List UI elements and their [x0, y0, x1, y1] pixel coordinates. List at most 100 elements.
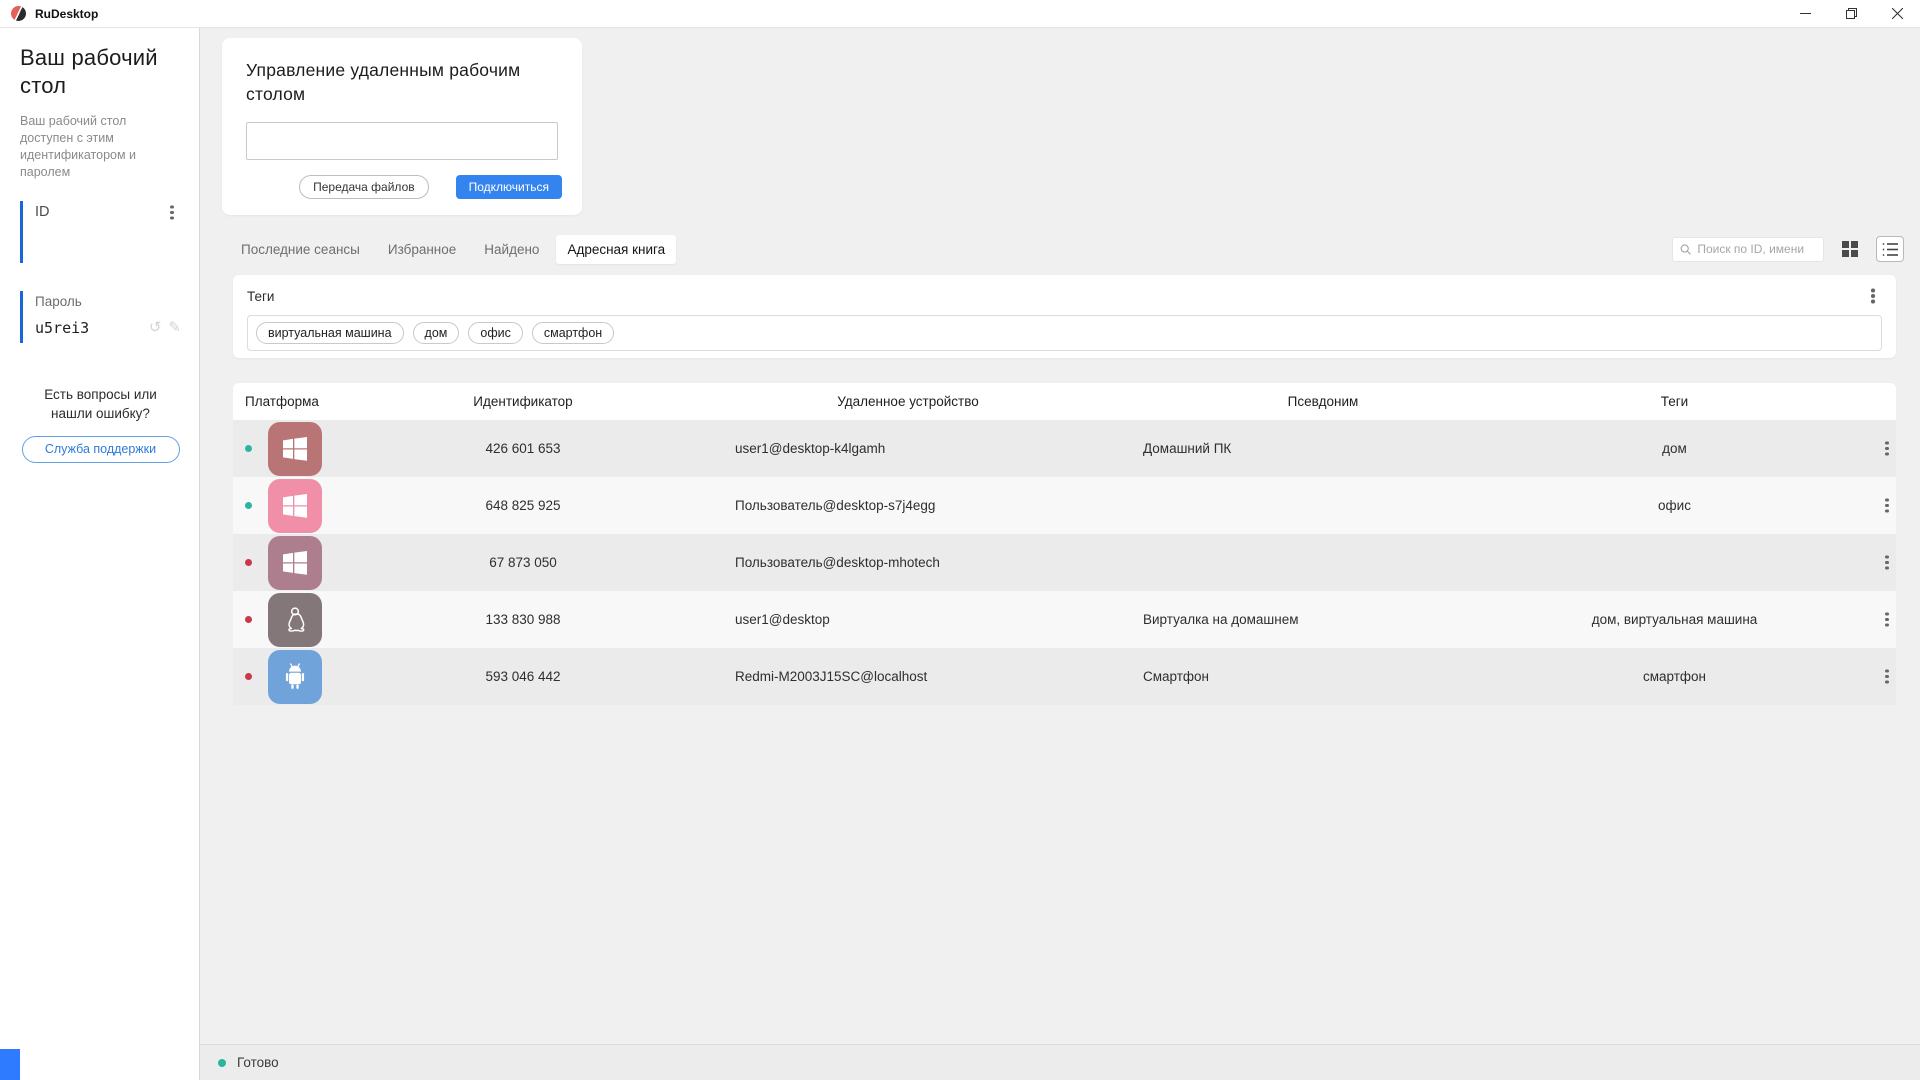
- refresh-password-icon[interactable]: ↺: [149, 320, 162, 335]
- device-name: Пользователь@desktop-mhotech: [683, 555, 1133, 570]
- windows-logo-icon: [279, 490, 311, 522]
- device-id: 648 825 925: [363, 498, 683, 513]
- row-menu-button[interactable]: [1878, 611, 1896, 629]
- tag-chip[interactable]: смартфон: [532, 322, 614, 344]
- remote-id-input[interactable]: [246, 122, 558, 160]
- platform-icon[interactable]: [268, 479, 322, 533]
- device-tags: смартфон: [1513, 669, 1836, 684]
- status-dot: [245, 616, 252, 623]
- tags-label: Теги: [247, 289, 274, 304]
- tab[interactable]: Избранное: [377, 235, 467, 264]
- device-id: 426 601 653: [363, 441, 683, 456]
- tag-chip-label: дом: [425, 326, 448, 340]
- device-name: Redmi-M2003J15SC@localhost: [683, 669, 1133, 684]
- row-menu-button[interactable]: [1878, 554, 1896, 572]
- device-row[interactable]: 133 830 988 user1@desktop Виртуалка на д…: [233, 591, 1896, 648]
- status-text: Готово: [237, 1055, 279, 1070]
- windows-logo-icon: [279, 547, 311, 579]
- tab[interactable]: Последние сеансы: [230, 235, 371, 264]
- tab-bar: Последние сеансы Избранное Найдено Адресная…: [230, 235, 676, 264]
- main-area: Управление удаленным рабочим столом Пере…: [200, 28, 1920, 1080]
- table-header: Платформа Идентификатор Удаленное устрой…: [233, 383, 1896, 420]
- header-device: Удаленное устройство: [683, 394, 1133, 409]
- support-button[interactable]: Служба поддержки: [22, 436, 180, 463]
- sidebar: Ваш рабочий стол Ваш рабочий стол доступ…: [0, 28, 200, 1080]
- close-button[interactable]: [1874, 0, 1920, 27]
- platform-icon[interactable]: [268, 650, 322, 704]
- tag-chip[interactable]: дом: [413, 322, 460, 344]
- status-dot: [245, 559, 252, 566]
- device-alias: Домашний ПК: [1133, 441, 1513, 456]
- platform-icon[interactable]: [268, 422, 322, 476]
- device-alias: Виртуалка на домашнем: [1133, 612, 1513, 627]
- linux-tux-icon: [279, 604, 311, 636]
- device-tags: офис: [1513, 498, 1836, 513]
- grid-view-icon[interactable]: [1836, 236, 1864, 262]
- tags-panel: Теги виртуальная машина дом офис смартфон: [233, 275, 1896, 358]
- tag-chip-label: смартфон: [544, 326, 602, 340]
- device-id: 593 046 442: [363, 669, 683, 684]
- app-logo-icon: [11, 6, 26, 21]
- device-row[interactable]: 648 825 925 Пользователь@desktop-s7j4egg…: [233, 477, 1896, 534]
- device-row[interactable]: 67 873 050 Пользователь@desktop-mhotech: [233, 534, 1896, 591]
- password-block: Пароль u5rei3 ↺ ✎: [20, 291, 181, 343]
- edit-password-icon[interactable]: ✎: [168, 320, 181, 335]
- list-view-icon[interactable]: [1876, 236, 1904, 262]
- title-bar: RuDesktop: [0, 0, 1920, 28]
- id-menu-button[interactable]: [163, 204, 181, 222]
- windows-logo-icon: [279, 433, 311, 465]
- connect-panel: Управление удаленным рабочим столом Пере…: [222, 38, 582, 215]
- row-menu-button[interactable]: [1878, 440, 1896, 458]
- header-platform: Платформа: [233, 394, 363, 409]
- tag-chip-label: виртуальная машина: [268, 326, 392, 340]
- tab-label: Найдено: [484, 242, 539, 257]
- tab-label: Последние сеансы: [241, 242, 360, 257]
- tags-input[interactable]: виртуальная машина дом офис смартфон: [247, 315, 1882, 351]
- header-id: Идентификатор: [363, 394, 683, 409]
- status-dot: [245, 445, 252, 452]
- id-label: ID: [35, 204, 50, 220]
- id-block: ID: [20, 201, 181, 263]
- tag-chip[interactable]: виртуальная машина: [256, 322, 404, 344]
- header-alias: Псевдоним: [1133, 394, 1513, 409]
- status-dot: [245, 673, 252, 680]
- device-id: 133 830 988: [363, 612, 683, 627]
- window-title: RuDesktop: [35, 7, 98, 21]
- minimize-button[interactable]: [1782, 0, 1828, 27]
- device-row[interactable]: 593 046 442 Redmi-M2003J15SC@localhost С…: [233, 648, 1896, 705]
- tab-label: Адресная книга: [567, 242, 665, 257]
- tag-chip[interactable]: офис: [468, 322, 522, 344]
- device-table: Платформа Идентификатор Удаленное устрой…: [233, 383, 1896, 705]
- tags-menu-button[interactable]: [1864, 287, 1882, 305]
- window-controls: [1782, 0, 1920, 27]
- tab[interactable]: Найдено: [473, 235, 550, 264]
- support-question: Есть вопросы или нашли ошибку?: [20, 385, 181, 424]
- tab[interactable]: Адресная книга: [556, 235, 676, 264]
- tab-label: Избранное: [388, 242, 456, 257]
- row-menu-button[interactable]: [1878, 668, 1896, 686]
- file-transfer-button[interactable]: Передача файлов: [299, 175, 429, 199]
- row-menu-button[interactable]: [1878, 497, 1896, 515]
- password-label: Пароль: [35, 294, 181, 309]
- device-id: 67 873 050: [363, 555, 683, 570]
- password-value: u5rei3: [35, 319, 89, 337]
- search-icon: [1680, 243, 1691, 256]
- search-box: [1672, 237, 1824, 262]
- platform-icon[interactable]: [268, 536, 322, 590]
- android-robot-icon: [279, 661, 311, 693]
- sidebar-heading: Ваш рабочий стол: [20, 44, 181, 99]
- connect-button[interactable]: Подключиться: [456, 175, 562, 199]
- platform-icon[interactable]: [268, 593, 322, 647]
- status-bar: Готово: [200, 1044, 1920, 1080]
- search-input[interactable]: [1697, 242, 1816, 256]
- app-window: RuDesktop Ваш рабочий стол Ваш рабочий с…: [0, 0, 1920, 1080]
- device-name: user1@desktop: [683, 612, 1133, 627]
- device-alias: Смартфон: [1133, 669, 1513, 684]
- restore-button[interactable]: [1828, 0, 1874, 27]
- support-section: Есть вопросы или нашли ошибку? Служба по…: [20, 385, 181, 463]
- connect-title: Управление удаленным рабочим столом: [222, 38, 582, 106]
- device-row[interactable]: 426 601 653 user1@desktop-k4lgamh Домашн…: [233, 420, 1896, 477]
- device-name: user1@desktop-k4lgamh: [683, 441, 1133, 456]
- corner-accent: [0, 1049, 20, 1080]
- device-tags: дом: [1513, 441, 1836, 456]
